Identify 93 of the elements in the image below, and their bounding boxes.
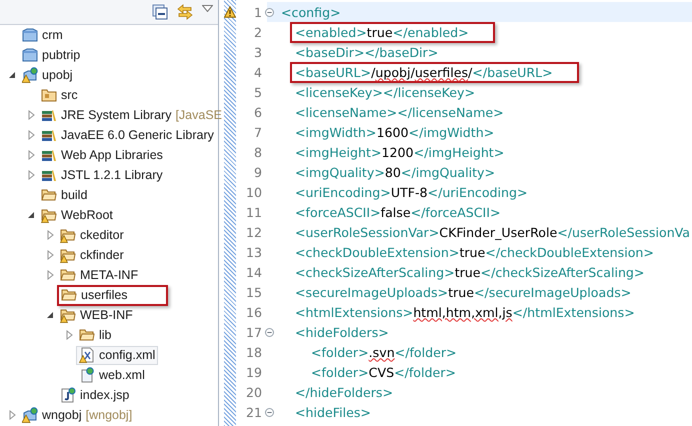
line-number: 4 [252,64,262,80]
code-line: <htmlExtensions>html,htm,xml,js</htmlExtensions> [294,304,636,322]
tree-item[interactable]: ckeditor [57,226,127,244]
tree-item[interactable]: pubtrip [19,46,84,64]
tree-item[interactable]: userfiles [57,284,168,306]
code-line: <config> [280,4,342,22]
line-number: 19 [244,364,262,380]
code-line: <forceASCII>false</forceASCII> [294,204,502,222]
line-number: 18 [244,344,262,360]
collapsed-arrow-icon[interactable] [46,270,54,280]
tree-item[interactable]: web.xml [76,366,148,384]
code-line: </hideFolders> [294,384,394,402]
tree-item[interactable]: config.xml [76,346,158,364]
code-line: <checkDoubleExtension>true</checkDoubleExtension> [294,244,655,262]
fold-toggle-icon[interactable] [264,328,274,336]
tree-item[interactable]: JavaEE 6.0 Generic Library [38,126,217,144]
folder-icon [60,267,76,283]
collapsed-arrow-icon[interactable] [28,110,34,120]
line-number: 14 [244,264,262,280]
line-number: 8 [252,144,262,160]
code-line: <licenseKey></licenseKey> [294,84,476,102]
tree-item[interactable]: upobj [19,66,76,84]
code-line: <imgQuality>80</imgQuality> [294,164,496,182]
tree-item[interactable]: JRE System Library [38,106,174,124]
line-number: 5 [252,84,262,100]
code-line: <imgHeight>1200</imgHeight> [294,144,506,162]
books-icon [41,168,57,182]
tree-item[interactable]: ckfinder [57,246,127,264]
line-number: 9 [252,164,262,180]
books-icon [41,148,57,162]
expanded-arrow-icon[interactable] [27,211,35,219]
code-line: <folder>.svn</folder> [310,344,458,362]
line-number: 6 [252,104,262,120]
project-decoration: [JavaSE [175,108,222,122]
tree-item[interactable]: Web App Libraries [38,146,166,164]
project-folder-icon [22,48,38,62]
collapsed-arrow-icon[interactable] [28,150,34,160]
code-line: <secureImageUploads>true</secureImageUploads> [294,284,632,302]
fold-toggle-icon[interactable] [264,408,274,416]
web-file-icon [79,367,95,383]
expanded-arrow-icon[interactable] [8,71,16,79]
books-icon [41,108,57,122]
tree-item[interactable]: JSTL 1.2.1 Library [38,166,166,184]
folder-icon [41,187,57,203]
line-number: 13 [244,244,262,260]
code-line: <checkSizeAfterScaling>true</checkSizeAfterScaling> [294,264,646,282]
folder-icon [79,327,95,343]
tree-item[interactable]: WEB-INF [57,306,136,324]
tree-item[interactable]: crm [19,26,66,44]
view-menu-icon[interactable] [202,5,213,12]
package-folder-icon [41,88,57,102]
line-number: 21 [244,404,262,420]
collapsed-arrow-icon[interactable] [46,230,54,240]
tree-item[interactable]: src [38,86,81,104]
code-line: <baseDir></baseDir> [294,44,440,62]
code-line: <licenseName></licenseName> [294,104,505,122]
jsp-file-icon [60,387,76,403]
tree-item[interactable]: lib [76,326,115,344]
line-number: 11 [244,204,262,220]
line-number: 10 [244,184,262,200]
code-line: <uriEncoding>UTF-8</uriEncoding> [294,184,529,202]
collapsed-arrow-icon[interactable] [28,130,34,140]
fold-toggle-icon[interactable] [264,8,274,16]
collapse-all-icon[interactable] [152,4,168,20]
line-number: 12 [244,224,262,240]
code-line: <hideFolders> [294,324,390,342]
collapsed-arrow-icon[interactable] [28,170,34,180]
collapsed-arrow-icon[interactable] [8,410,16,420]
code-line: <userRoleSessionVar>CKFinder_UserRole</userRoleSessionVa [294,224,692,242]
link-arrows-icon[interactable] [177,4,193,20]
line-number: 7 [252,124,262,140]
expanded-arrow-icon[interactable] [46,311,54,319]
line-number: 15 [244,284,262,300]
books-icon [41,128,57,142]
project-decoration: [wngobj] [86,408,132,422]
tree-item[interactable]: wngobj [19,406,85,424]
line-number: 1 [252,4,262,20]
tree-item[interactable]: WebRoot [38,206,116,224]
project-folder-icon [22,28,38,42]
line-number: 3 [252,44,262,60]
line-number: 20 [244,384,262,400]
tree-item[interactable]: META-INF [57,266,142,284]
folder-icon [61,287,77,303]
code-line: <imgWidth>1600</imgWidth> [294,124,496,142]
tree-item[interactable]: index.jsp [57,386,132,404]
line-number: 2 [252,24,262,40]
code-line: <hideFiles> [294,404,372,422]
collapsed-arrow-icon[interactable] [66,330,72,340]
line-number: 17 [244,324,262,340]
tree-item[interactable]: build [38,186,90,204]
collapsed-arrow-icon[interactable] [46,250,54,260]
line-number: 16 [244,304,262,320]
code-line: <folder>CVS</folder> [310,364,457,382]
